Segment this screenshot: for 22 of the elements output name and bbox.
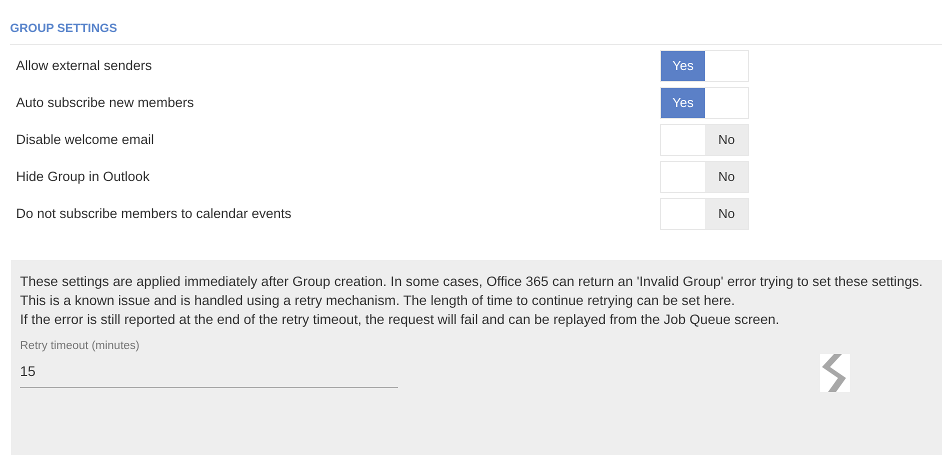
section-title: GROUP SETTINGS (10, 20, 118, 37)
description-text: If the error is still reported at the end of the retry timeout, the request will fail and can be replayed from the Job Queue screen. (20, 311, 780, 329)
no-option: No (705, 162, 748, 192)
yes-option: Yes (661, 51, 705, 81)
chevron-icon (820, 354, 850, 392)
no-option: No (705, 125, 748, 155)
setting-label: Hide Group in Outlook (16, 168, 151, 186)
setting-label: Do not subscribe members to calendar events (16, 204, 292, 223)
yes-option: Yes (661, 88, 705, 118)
toggle-switch[interactable]: Yes (660, 87, 749, 119)
field-label: Retry timeout (minutes) (20, 339, 140, 354)
setting-label: Allow external senders (16, 56, 153, 75)
toggle-switch[interactable]: Yes (660, 50, 749, 82)
setting-label: Disable welcome email (16, 130, 156, 149)
retry-timeout-field[interactable]: 15 (20, 361, 398, 388)
toggle-switch[interactable]: No (660, 198, 749, 230)
toggle-switch[interactable]: No (660, 124, 749, 156)
toggle-switch[interactable]: No (660, 161, 749, 193)
description-text: This is a known issue and is handled using a retry mechanism. The length of time to continue retrying can be set here. (20, 292, 735, 310)
no-option: No (705, 199, 748, 229)
description-text: These settings are applied immediately after Group creation. In some cases, Office 365 can return an 'Invalid Group' error trying to set these settings. (20, 273, 923, 291)
setting-label: Auto subscribe new members (16, 94, 195, 112)
